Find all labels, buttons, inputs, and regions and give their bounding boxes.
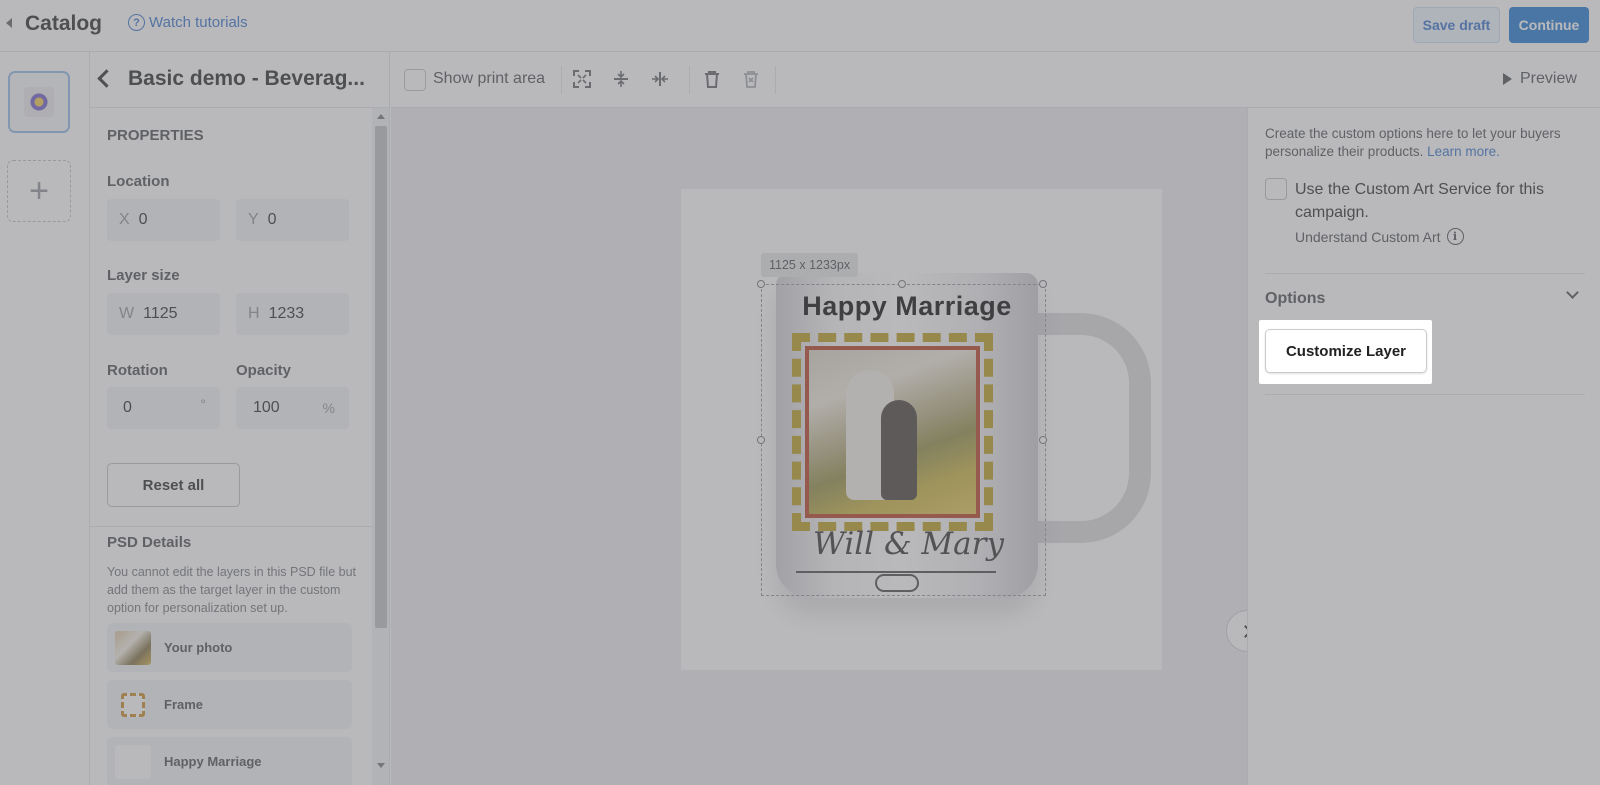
- align-horizontal-center-icon[interactable]: [649, 68, 671, 90]
- help-circle-icon: ?: [128, 14, 145, 31]
- x-prefix: X: [119, 211, 130, 228]
- chevron-left-icon[interactable]: [97, 69, 116, 88]
- panel-header: Basic demo - Beverag...: [90, 52, 390, 108]
- location-x-field[interactable]: X 0: [107, 199, 220, 241]
- understand-custom-art-link[interactable]: Understand Custom Art i: [1295, 228, 1464, 245]
- resize-handle-top-right[interactable]: [1039, 280, 1047, 288]
- continue-button[interactable]: Continue: [1509, 7, 1589, 43]
- h-value: 1233: [268, 305, 305, 322]
- delete-all-icon[interactable]: [740, 68, 762, 90]
- layer-label: Frame: [164, 697, 204, 712]
- product-thumbnail-rail: +: [0, 52, 90, 785]
- custom-art-label: Use the Custom Art Service for this camp…: [1295, 181, 1544, 221]
- w-value: 1125: [143, 305, 178, 322]
- show-print-area-checkbox[interactable]: [404, 69, 426, 91]
- psd-details-title: PSD Details: [107, 534, 192, 551]
- w-prefix: W: [119, 305, 135, 322]
- custom-options-panel: Create the custom options here to let yo…: [1247, 108, 1600, 785]
- custom-options-description: Create the custom options here to let yo…: [1265, 125, 1585, 161]
- properties-panel: PROPERTIES Location X 0 Y 0 Layer size W…: [90, 108, 390, 785]
- chevron-down-icon[interactable]: [1566, 286, 1579, 299]
- opacity-field[interactable]: 100 %: [236, 387, 349, 429]
- custom-art-checkbox[interactable]: [1265, 178, 1287, 200]
- resize-handle-right[interactable]: [1039, 436, 1047, 444]
- rotation-unit: °: [200, 396, 206, 412]
- toolbar-divider: [689, 66, 690, 94]
- y-prefix: Y: [248, 211, 259, 228]
- opacity-unit: %: [322, 400, 335, 416]
- delete-icon[interactable]: [701, 68, 723, 90]
- layer-height-field[interactable]: H 1233: [236, 293, 349, 335]
- description-text: Create the custom options here to let yo…: [1265, 126, 1561, 159]
- h-prefix: H: [248, 305, 260, 322]
- selection-box[interactable]: [761, 284, 1046, 596]
- options-title: Options: [1265, 290, 1326, 307]
- toolbar-divider: [775, 66, 776, 94]
- top-bar: Catalog ? Watch tutorials Save draft Con…: [0, 0, 1600, 52]
- show-print-area-label: Show print area: [433, 70, 546, 87]
- x-value: 0: [138, 211, 148, 228]
- rotation-field[interactable]: 0 °: [107, 387, 220, 429]
- customize-layer-button[interactable]: Customize Layer: [1265, 329, 1427, 373]
- scroll-up-arrow-icon[interactable]: [377, 114, 385, 119]
- preview-button[interactable]: Preview: [1503, 70, 1577, 88]
- photo-thumbnail-icon: [115, 630, 151, 665]
- catalog-back-link[interactable]: Catalog: [25, 12, 102, 36]
- layer-item-happy-marriage[interactable]: Happy Marriage: [107, 737, 352, 785]
- rotation-value: 0: [123, 399, 132, 416]
- resize-handle-top-left[interactable]: [757, 280, 765, 288]
- product-title: Basic demo - Beverag...: [128, 67, 365, 90]
- preview-label: Preview: [1520, 70, 1577, 87]
- text-thumbnail-icon: [115, 744, 151, 779]
- watch-tutorials-label: Watch tutorials: [149, 14, 248, 31]
- frame-thumbnail-icon: [121, 692, 145, 717]
- opacity-value: 100: [253, 399, 280, 416]
- options-divider: [1265, 273, 1585, 274]
- save-draft-button[interactable]: Save draft: [1413, 7, 1500, 43]
- align-vertical-center-icon[interactable]: [610, 68, 632, 90]
- dimension-tag: 1125 x 1233px: [761, 253, 859, 277]
- product-thumbnail[interactable]: [8, 71, 70, 133]
- watch-tutorials-link[interactable]: ? Watch tutorials: [128, 14, 248, 31]
- add-product-button[interactable]: +: [7, 160, 71, 222]
- layer-label: Your photo: [164, 640, 233, 655]
- layer-width-field[interactable]: W 1125: [107, 293, 220, 335]
- psd-divider: [90, 526, 373, 527]
- options-bottom-divider: [1265, 394, 1585, 395]
- toolbar-divider: [561, 66, 562, 94]
- psd-description: You cannot edit the layers in this PSD f…: [107, 565, 356, 615]
- layer-item-frame[interactable]: Frame: [107, 680, 352, 729]
- layer-item-your-photo[interactable]: Your photo: [107, 623, 352, 672]
- mug-thumbnail-icon: [24, 87, 54, 117]
- opacity-label: Opacity: [236, 362, 292, 379]
- location-y-field[interactable]: Y 0: [236, 199, 349, 241]
- layer-size-label: Layer size: [107, 267, 180, 284]
- understand-label: Understand Custom Art: [1295, 228, 1441, 245]
- resize-handle-left[interactable]: [757, 436, 765, 444]
- layer-label: Happy Marriage: [164, 754, 262, 769]
- info-icon: i: [1446, 228, 1464, 245]
- location-label: Location: [107, 173, 170, 190]
- properties-title: PROPERTIES: [107, 127, 204, 144]
- scroll-thumb[interactable]: [375, 126, 387, 628]
- y-value: 0: [267, 211, 277, 228]
- reset-all-button[interactable]: Reset all: [107, 463, 240, 507]
- back-caret-icon[interactable]: [6, 18, 12, 28]
- play-icon: [1503, 73, 1512, 85]
- plus-icon: +: [29, 171, 49, 210]
- resize-handle-top[interactable]: [898, 280, 906, 288]
- editor-toolbar: Show print area Preview: [391, 52, 1600, 108]
- scroll-down-arrow-icon[interactable]: [377, 763, 385, 768]
- rotation-label: Rotation: [107, 362, 168, 379]
- properties-scrollbar[interactable]: [372, 108, 389, 785]
- learn-more-link[interactable]: Learn more.: [1427, 144, 1500, 159]
- fit-to-area-icon[interactable]: [571, 68, 593, 90]
